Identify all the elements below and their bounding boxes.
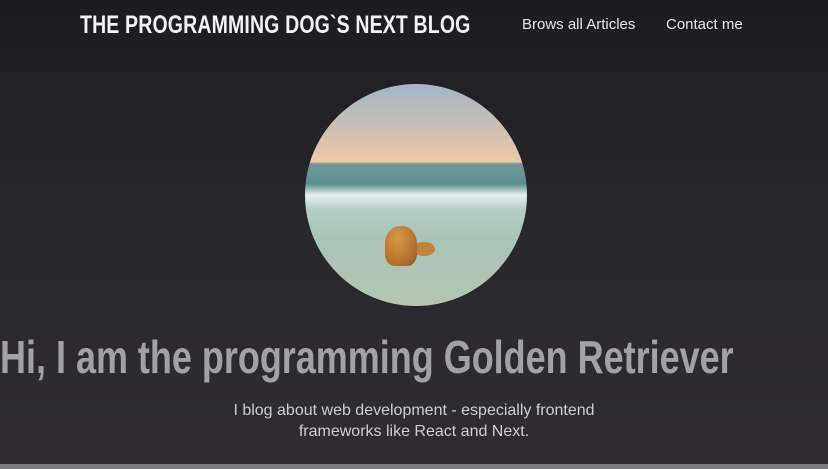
section-divider [0, 464, 828, 469]
site-header: THE PROGRAMMING DOG`S NEXT BLOG Brows al… [0, 0, 828, 52]
dog [385, 226, 417, 266]
site-logo[interactable]: THE PROGRAMMING DOG`S NEXT BLOG [80, 11, 471, 40]
subtitle-line-1: I blog about web development - especiall… [233, 402, 595, 419]
hero-subtitle: I blog about web development - especiall… [0, 400, 828, 442]
subtitle-line-2: frameworks like React and Next. [298, 423, 530, 440]
hero-heading: Hi, I am the programming Golden Retrieve… [0, 331, 734, 383]
nav-contact[interactable]: Contact me [666, 16, 743, 33]
nav-all-articles[interactable]: Brows all Articles [522, 16, 635, 33]
hero-dog-image [305, 84, 527, 306]
